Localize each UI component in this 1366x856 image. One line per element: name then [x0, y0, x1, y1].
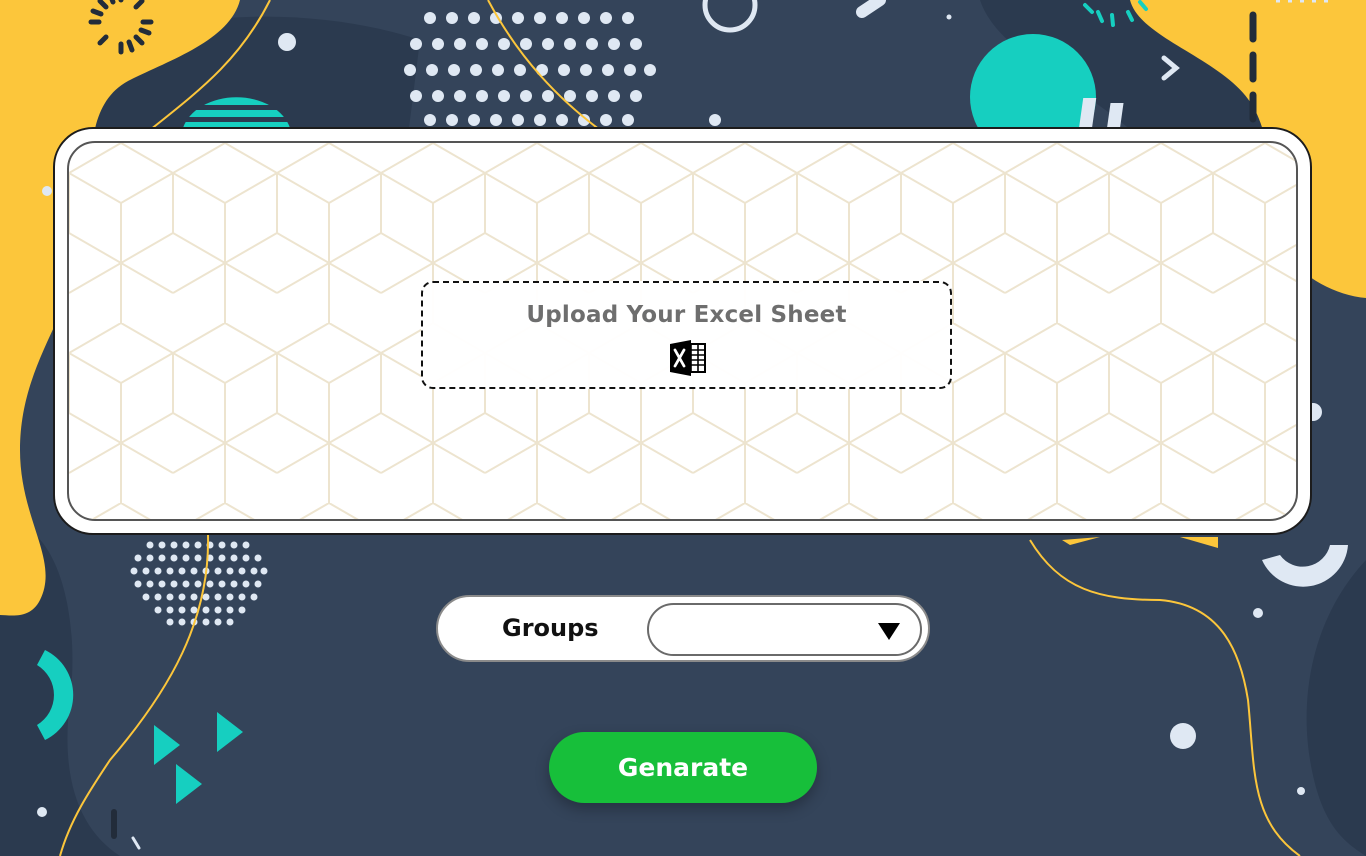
upload-panel-inner: Upload Your Excel Sheet — [67, 141, 1298, 521]
generate-button[interactable]: Genarate — [549, 732, 817, 803]
groups-label: Groups — [502, 614, 599, 642]
excel-icon — [670, 340, 706, 376]
upload-label: Upload Your Excel Sheet — [526, 302, 847, 328]
chevron-down-icon[interactable] — [878, 623, 900, 640]
groups-selector: Groups — [436, 595, 930, 662]
upload-panel: Upload Your Excel Sheet — [53, 127, 1312, 535]
groups-dropdown[interactable] — [647, 603, 922, 656]
file-upload-dropzone[interactable]: Upload Your Excel Sheet — [421, 281, 952, 389]
